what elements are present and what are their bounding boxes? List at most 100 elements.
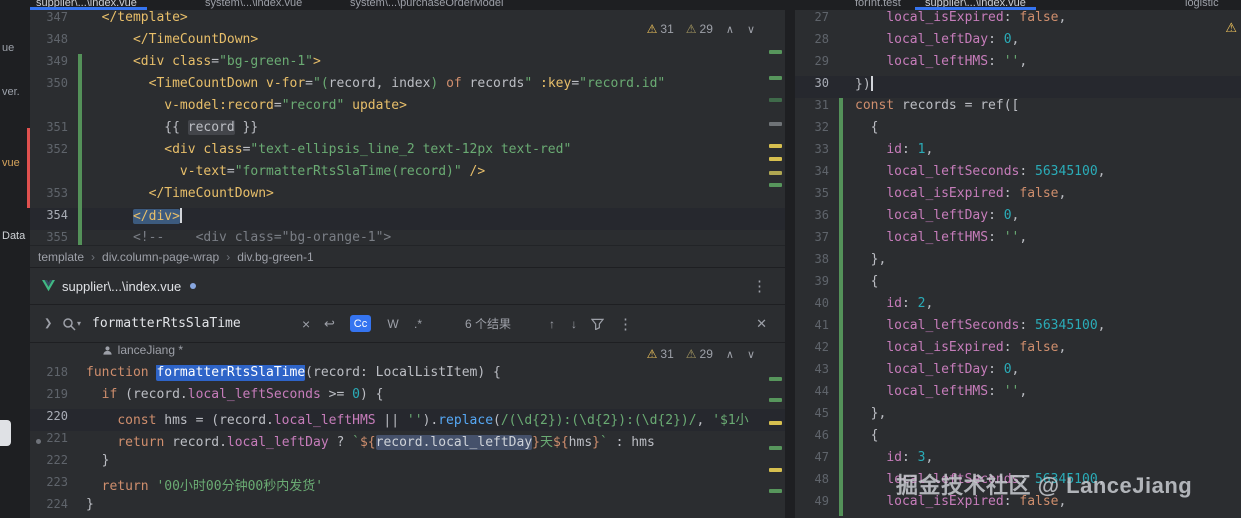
- line-number[interactable]: 31: [795, 98, 839, 120]
- code-line[interactable]: 219 if (record.local_leftSeconds >= 0) {: [30, 387, 785, 409]
- code-line[interactable]: 34 local_leftSeconds: 56345100,: [795, 164, 1241, 186]
- match-case-toggle[interactable]: Cc: [350, 315, 371, 332]
- editor-tab[interactable]: system\...\purchaseOrderModel: [350, 0, 503, 9]
- preview-editor[interactable]: lanceJiang *218function formatterRtsSlaT…: [30, 343, 785, 518]
- code-line[interactable]: 43 local_leftDay: 0,: [795, 362, 1241, 384]
- breadcrumb-item[interactable]: template: [38, 250, 84, 264]
- line-number[interactable]: 45: [795, 406, 839, 428]
- line-number[interactable]: 219: [30, 387, 78, 409]
- code-line[interactable]: 29 local_leftHMS: '',: [795, 54, 1241, 76]
- line-number[interactable]: [30, 343, 78, 365]
- code-line[interactable]: 36 local_leftDay: 0,: [795, 208, 1241, 230]
- line-number[interactable]: 43: [795, 362, 839, 384]
- line-number[interactable]: 36: [795, 208, 839, 230]
- breadcrumb-item[interactable]: div.column-page-wrap: [102, 250, 219, 264]
- line-number[interactable]: 44: [795, 384, 839, 406]
- regex-toggle[interactable]: .*: [405, 317, 431, 331]
- line-number[interactable]: 223: [30, 475, 78, 497]
- editor-tab[interactable]: system\...\index.vue: [205, 0, 302, 9]
- line-number[interactable]: 349: [30, 54, 78, 76]
- line-number[interactable]: 221: [30, 431, 78, 453]
- line-number[interactable]: 220: [30, 409, 78, 431]
- code-line[interactable]: 223 return '00小时00分钟00秒内发货': [30, 475, 785, 497]
- line-number[interactable]: 355: [30, 230, 78, 245]
- tool-strip-icon[interactable]: [0, 420, 11, 446]
- code-line[interactable]: 351 {{ record }}: [30, 120, 785, 142]
- tool-strip-label[interactable]: ver.: [2, 86, 20, 98]
- code-line[interactable]: 218function formatterRtsSlaTime(record: …: [30, 365, 785, 387]
- code-line[interactable]: 31const records = ref([: [795, 98, 1241, 120]
- code-line[interactable]: 38 },: [795, 252, 1241, 274]
- right-editor[interactable]: 27 local_isExpired: false,28 local_leftD…: [795, 10, 1241, 518]
- line-number[interactable]: 350: [30, 76, 78, 98]
- line-number[interactable]: 35: [795, 186, 839, 208]
- line-number[interactable]: 351: [30, 120, 78, 142]
- clear-search-icon[interactable]: ×: [302, 316, 324, 332]
- line-number[interactable]: 30: [795, 76, 839, 98]
- code-line[interactable]: 40 id: 2,: [795, 296, 1241, 318]
- code-line[interactable]: 37 local_leftHMS: '',: [795, 230, 1241, 252]
- line-number[interactable]: 34: [795, 164, 839, 186]
- line-number[interactable]: 352: [30, 142, 78, 164]
- line-number[interactable]: 28: [795, 32, 839, 54]
- code-line[interactable]: v-text="formatterRtsSlaTime(record)" />: [30, 164, 785, 186]
- code-line[interactable]: 354 </div>: [30, 208, 785, 230]
- line-number[interactable]: 32: [795, 120, 839, 142]
- code-line[interactable]: 27 local_isExpired: false,: [795, 10, 1241, 32]
- line-number[interactable]: 42: [795, 340, 839, 362]
- next-problem-icon[interactable]: ∨: [747, 348, 755, 361]
- line-number[interactable]: [30, 98, 78, 120]
- line-number[interactable]: 353: [30, 186, 78, 208]
- search-options-icon[interactable]: ⋮: [618, 315, 633, 333]
- next-match-icon[interactable]: ↓: [571, 317, 577, 331]
- line-number[interactable]: 27: [795, 10, 839, 32]
- breadcrumb-item[interactable]: div.bg-green-1: [237, 250, 314, 264]
- tool-strip-label[interactable]: ue: [2, 42, 14, 54]
- next-problem-icon[interactable]: ∨: [747, 23, 755, 36]
- code-line[interactable]: 46 {: [795, 428, 1241, 450]
- editor-tab[interactable]: forInt.test: [855, 0, 901, 9]
- line-number[interactable]: 49: [795, 494, 839, 516]
- tab-supplier-index-vue[interactable]: supplier\...\index.vue: [30, 268, 208, 304]
- tool-strip-label[interactable]: vue: [2, 157, 20, 169]
- code-line[interactable]: 220 const hms = (record.local_leftHMS ||…: [30, 409, 785, 431]
- code-line[interactable]: 33 id: 1,: [795, 142, 1241, 164]
- line-number[interactable]: 38: [795, 252, 839, 274]
- line-number[interactable]: 224: [30, 497, 78, 518]
- line-number[interactable]: 33: [795, 142, 839, 164]
- line-number[interactable]: 46: [795, 428, 839, 450]
- tab-options-icon[interactable]: ⋮: [752, 277, 767, 296]
- line-number[interactable]: 347: [30, 10, 78, 32]
- line-number[interactable]: 222: [30, 453, 78, 475]
- line-number[interactable]: 29: [795, 54, 839, 76]
- prev-problem-icon[interactable]: ∧: [726, 23, 734, 36]
- code-line[interactable]: 352 <div class="text-ellipsis_line_2 tex…: [30, 142, 785, 164]
- line-number[interactable]: 39: [795, 274, 839, 296]
- multiline-search-icon[interactable]: ↩: [324, 316, 350, 332]
- code-line[interactable]: 45 },: [795, 406, 1241, 428]
- code-line[interactable]: 41 local_leftSeconds: 56345100,: [795, 318, 1241, 340]
- line-number[interactable]: 218: [30, 365, 78, 387]
- whole-words-toggle[interactable]: W: [381, 317, 405, 331]
- line-number[interactable]: 37: [795, 230, 839, 252]
- editor-tab[interactable]: supplier\...\index.vue: [925, 0, 1026, 9]
- code-line[interactable]: 44 local_leftHMS: '',: [795, 384, 1241, 406]
- code-line[interactable]: 42 local_isExpired: false,: [795, 340, 1241, 362]
- line-number[interactable]: 47: [795, 450, 839, 472]
- search-icon[interactable]: ▾: [62, 317, 92, 331]
- code-line[interactable]: 35 local_isExpired: false,: [795, 186, 1241, 208]
- editor-tab[interactable]: logistic: [1185, 0, 1219, 9]
- code-line[interactable]: 221 return record.local_leftDay ? `${rec…: [30, 431, 785, 453]
- prev-match-icon[interactable]: ↑: [549, 317, 555, 331]
- line-number[interactable]: 48: [795, 472, 839, 494]
- line-number[interactable]: 348: [30, 32, 78, 54]
- editor-tab[interactable]: supplier\...\index.vue: [36, 0, 137, 9]
- code-line[interactable]: 350 <TimeCountDown v-for="(record, index…: [30, 76, 785, 98]
- code-line[interactable]: 349 <div class="bg-green-1">: [30, 54, 785, 76]
- expand-replace-icon[interactable]: ❯: [44, 318, 62, 329]
- tool-strip-label[interactable]: Data: [2, 230, 25, 242]
- code-line[interactable]: 222 }: [30, 453, 785, 475]
- code-line[interactable]: 224}: [30, 497, 785, 518]
- code-line[interactable]: 30}): [795, 76, 1241, 98]
- code-line[interactable]: 353 </TimeCountDown>: [30, 186, 785, 208]
